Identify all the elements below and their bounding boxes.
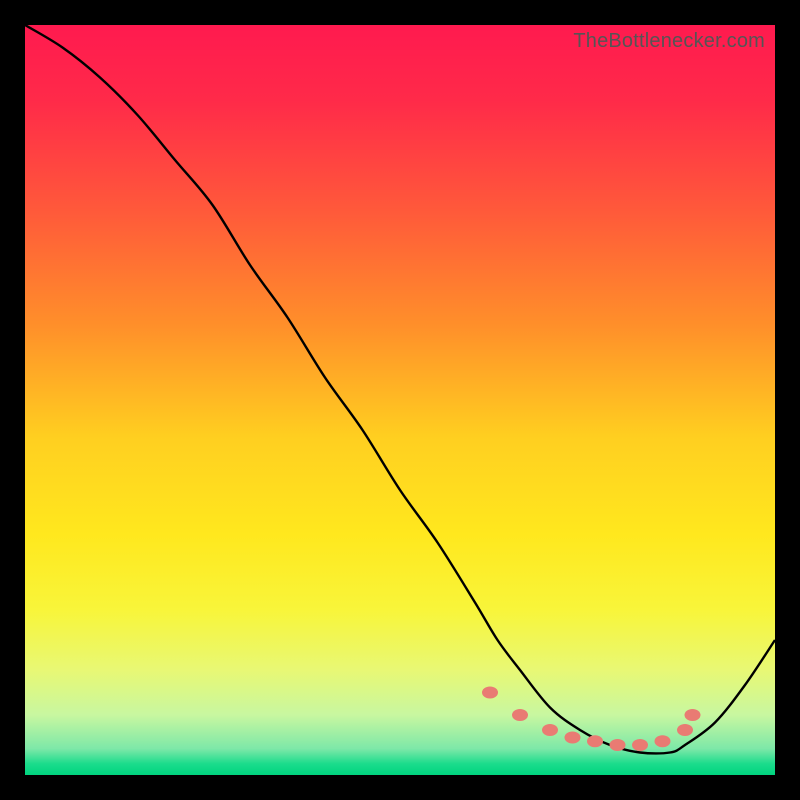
watermark-text: TheBottlenecker.com — [573, 30, 765, 53]
highlight-dot — [685, 709, 701, 721]
highlight-dot — [512, 709, 528, 721]
outer-frame: TheBottlenecker.com — [0, 0, 800, 800]
highlight-dot — [632, 739, 648, 751]
highlight-dot — [565, 732, 581, 744]
bottleneck-curve — [25, 25, 775, 753]
chart-svg — [25, 25, 775, 775]
plot-area: TheBottlenecker.com — [25, 25, 775, 775]
highlight-dot — [482, 687, 498, 699]
highlight-dot — [655, 735, 671, 747]
highlight-dot — [542, 724, 558, 736]
highlight-dot — [677, 724, 693, 736]
highlight-dot — [587, 735, 603, 747]
highlight-dot — [610, 739, 626, 751]
highlight-dots-group — [482, 687, 701, 752]
